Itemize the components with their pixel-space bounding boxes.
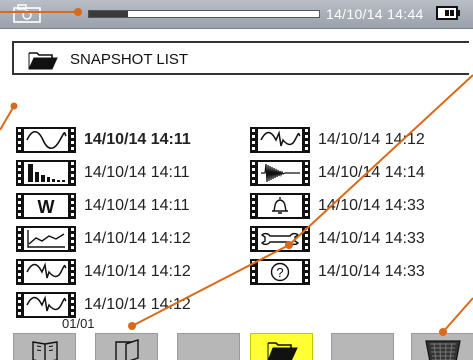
snapshot-list-screen: 14/10/14 14:44 SNAPSHOT LIST 14/10/14 14…: [0, 0, 473, 360]
svg-text:W: W: [38, 197, 55, 217]
trend-icon: [16, 226, 76, 252]
open-book-icon: [32, 341, 58, 360]
harmonics-bars-icon: [16, 160, 76, 186]
blank-button[interactable]: [331, 333, 394, 360]
waveform-icon: [16, 127, 76, 153]
snapshot-label: 14/10/14 14:12: [84, 263, 191, 280]
delete-button[interactable]: [411, 333, 473, 360]
snapshot-label: 14/10/14 14:12: [84, 296, 191, 313]
callout-line: [442, 297, 473, 333]
status-bar: 14/10/14 14:44: [0, 0, 473, 29]
snapshot-label: 14/10/14 14:33: [318, 230, 425, 247]
snapshot-label: 14/10/14 14:33: [318, 197, 425, 214]
snapshot-label: 14/10/14 14:12: [318, 131, 425, 148]
transient-icon: [16, 259, 76, 285]
folder-open-icon: [267, 342, 298, 360]
storage-progress-fill: [89, 11, 129, 17]
page-indicator: 01/01: [62, 316, 95, 331]
callout-dot: [10, 102, 18, 110]
camera-icon[interactable]: [12, 4, 48, 24]
wrench-icon: [250, 226, 310, 252]
snapshot-label: 14/10/14 14:11: [84, 197, 190, 214]
trash-icon: [425, 340, 461, 360]
callout-line: [0, 105, 15, 131]
snapshot-label: 14/10/14 14:12: [84, 230, 191, 247]
snapshot-folder-button[interactable]: [250, 333, 313, 360]
snapshot-label: 14/10/14 14:33: [318, 263, 425, 280]
callout-line: [288, 74, 473, 246]
battery-icon: [436, 6, 458, 20]
snapshot-label: 14/10/14 14:14: [318, 164, 425, 181]
snapshot-label: 14/10/14 14:11: [84, 131, 191, 148]
inrush-icon: [250, 160, 310, 186]
list-header: SNAPSHOT LIST: [12, 41, 469, 75]
alarm-bell-icon: [250, 193, 310, 219]
open-page-icon: [115, 339, 139, 360]
transient-icon: [250, 127, 310, 153]
power-w-icon: W: [16, 193, 76, 219]
blank-button[interactable]: [177, 333, 240, 360]
folder-open-icon: [28, 52, 58, 70]
page-title: SNAPSHOT LIST: [70, 51, 189, 68]
help-icon: ?: [250, 259, 310, 285]
callout-dot: [128, 322, 136, 330]
snapshot-label: 14/10/14 14:11: [84, 164, 190, 181]
open-book-button[interactable]: [13, 333, 76, 360]
battery-cell: [445, 10, 449, 16]
battery-tip: [457, 10, 460, 16]
transient-icon: [16, 292, 76, 318]
storage-progress-bar: [88, 10, 320, 18]
status-datetime: 14/10/14 14:44: [326, 6, 424, 22]
battery-cell: [450, 10, 454, 16]
open-page-button[interactable]: [95, 333, 158, 360]
svg-text:?: ?: [276, 265, 283, 280]
